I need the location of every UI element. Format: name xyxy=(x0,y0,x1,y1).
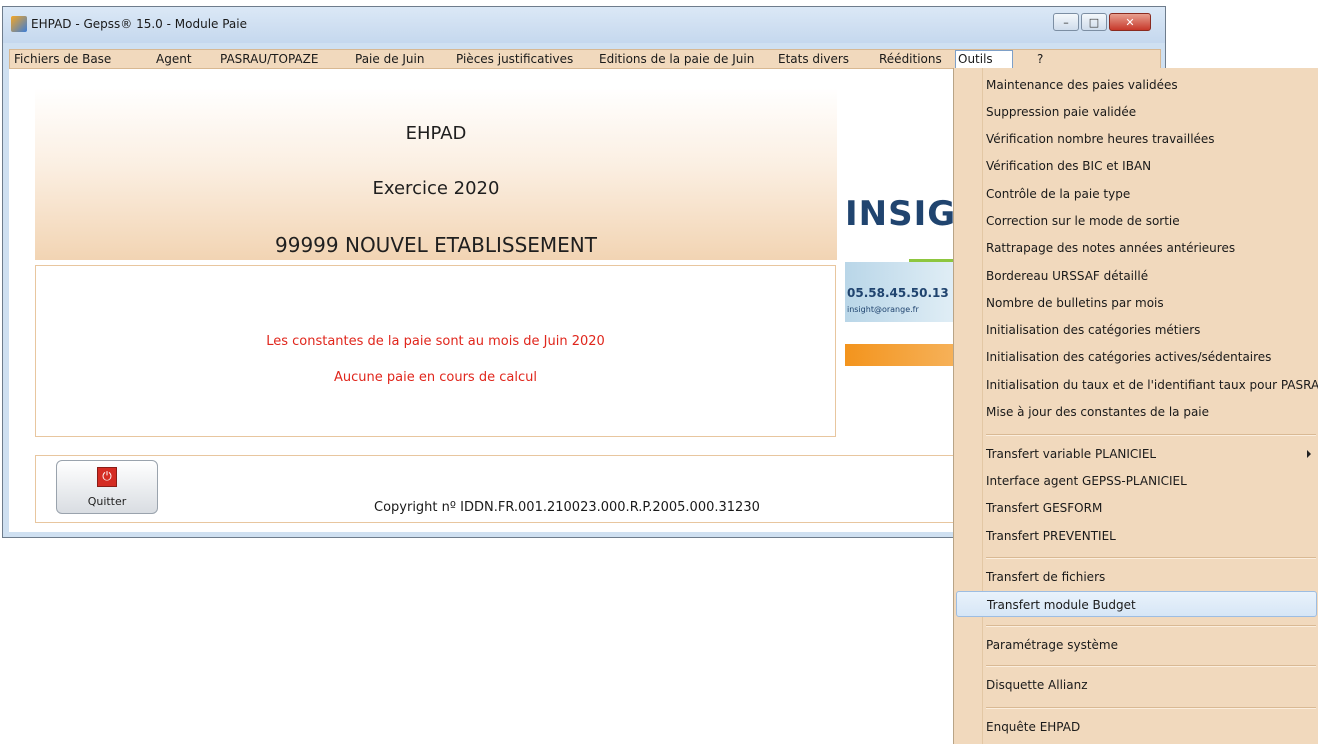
menu-item-interface-planiciel[interactable]: Interface agent GEPSS-PLANICIEL xyxy=(956,468,1317,494)
phone-number: 05.58.45.50.13 xyxy=(847,286,949,300)
menu-fichiers-de-base[interactable]: Fichiers de Base xyxy=(14,51,111,68)
menu-separator xyxy=(986,625,1316,627)
menu-item-bordereau[interactable]: Bordereau URSSAF détaillé xyxy=(956,263,1317,289)
close-button[interactable]: ✕ xyxy=(1109,13,1151,31)
menu-item-init-taux[interactable]: Initialisation du taux et de l'identifia… xyxy=(956,372,1318,398)
menu-item-rattrapage[interactable]: Rattrapage des notes années antérieures xyxy=(956,235,1317,261)
exercise-year: Exercice 2020 xyxy=(372,178,500,199)
menu-item-suppression[interactable]: Suppression paie validée xyxy=(956,99,1317,125)
menu-outils[interactable]: Outils xyxy=(955,50,1013,70)
menu-item-transfert-budget[interactable]: Transfert module Budget xyxy=(956,591,1317,617)
menu-editions-paie[interactable]: Editions de la paie de Juin xyxy=(599,51,754,68)
menu-reeditions[interactable]: Rééditions xyxy=(879,51,942,68)
menu-bar: Fichiers de Base Agent PASRAU/TOPAZE Pai… xyxy=(9,49,1161,70)
menu-item-transfert-preventiel[interactable]: Transfert PREVENTIEL xyxy=(956,523,1317,549)
menu-help[interactable]: ? xyxy=(1037,51,1043,68)
menu-pasrau-topaze[interactable]: PASRAU/TOPAZE xyxy=(220,51,318,68)
menu-item-init-metiers[interactable]: Initialisation des catégories métiers xyxy=(956,317,1317,343)
menu-paie-de-juin[interactable]: Paie de Juin xyxy=(355,51,424,68)
maximize-button[interactable]: □ xyxy=(1081,13,1107,31)
menu-etats-divers[interactable]: Etats divers xyxy=(778,51,849,68)
menu-separator xyxy=(986,557,1316,559)
quit-button[interactable]: ⏻ Quitter xyxy=(56,460,158,514)
menu-item-parametrage[interactable]: Paramétrage système xyxy=(956,632,1317,658)
menu-item-transfert-fichiers[interactable]: Transfert de fichiers xyxy=(956,564,1317,590)
menu-item-enquete-ehpad[interactable]: Enquête EHPAD xyxy=(956,714,1317,740)
menu-item-verif-bic[interactable]: Vérification des BIC et IBAN xyxy=(956,153,1317,179)
footer-panel: ⏻ Quitter Copyright nº IDDN.FR.001.21002… xyxy=(35,455,957,523)
menu-item-transfert-planiciel[interactable]: Transfert variable PLANICIEL xyxy=(956,441,1317,467)
calc-status: Aucune paie en cours de calcul xyxy=(334,370,537,385)
menu-item-verif-heures[interactable]: Vérification nombre heures travaillées xyxy=(956,126,1317,152)
menu-item-nombre-bulletins[interactable]: Nombre de bulletins par mois xyxy=(956,290,1317,316)
constants-status: Les constantes de la paie sont au mois d… xyxy=(266,334,605,349)
menu-item-transfert-gesform[interactable]: Transfert GESFORM xyxy=(956,495,1317,521)
menu-item-maintenance[interactable]: Maintenance des paies validées xyxy=(956,72,1317,98)
status-panel: Les constantes de la paie sont au mois d… xyxy=(35,265,836,437)
logo-swoosh xyxy=(845,344,965,366)
establishment-type: EHPAD xyxy=(405,123,467,144)
menu-item-controle-paie[interactable]: Contrôle de la paie type xyxy=(956,181,1317,207)
menu-separator xyxy=(986,707,1316,709)
header-banner: EHPAD Exercice 2020 99999 NOUVEL ETABLIS… xyxy=(35,88,837,260)
copyright-text: Copyright nº IDDN.FR.001.210023.000.R.P.… xyxy=(374,500,760,515)
menu-item-maj-constantes[interactable]: Mise à jour des constantes de la paie xyxy=(956,399,1317,425)
menu-pieces-justificatives[interactable]: Pièces justificatives xyxy=(456,51,573,68)
quit-label: Quitter xyxy=(87,495,127,508)
menu-separator xyxy=(986,434,1316,436)
submenu-arrow-icon xyxy=(1307,450,1311,458)
menu-agent[interactable]: Agent xyxy=(156,51,192,68)
company-logo: INSIG xyxy=(845,194,957,234)
establishment-name: 99999 NOUVEL ETABLISSEMENT xyxy=(275,233,597,257)
minimize-button[interactable]: – xyxy=(1053,13,1079,31)
title-bar: EHPAD - Gepss® 15.0 - Module Paie – □ ✕ xyxy=(3,7,1165,43)
power-icon: ⏻ xyxy=(97,467,117,487)
outils-dropdown-menu: Maintenance des paies validées Suppressi… xyxy=(953,68,1318,744)
app-icon xyxy=(11,16,27,32)
window-title: EHPAD - Gepss® 15.0 - Module Paie xyxy=(31,17,247,31)
email-address: insight@orange.fr xyxy=(847,305,919,314)
menu-item-correction-sortie[interactable]: Correction sur le mode de sortie xyxy=(956,208,1317,234)
menu-item-disquette-allianz[interactable]: Disquette Allianz xyxy=(956,672,1317,698)
menu-item-init-actives[interactable]: Initialisation des catégories actives/sé… xyxy=(956,344,1317,370)
menu-separator xyxy=(986,665,1316,667)
